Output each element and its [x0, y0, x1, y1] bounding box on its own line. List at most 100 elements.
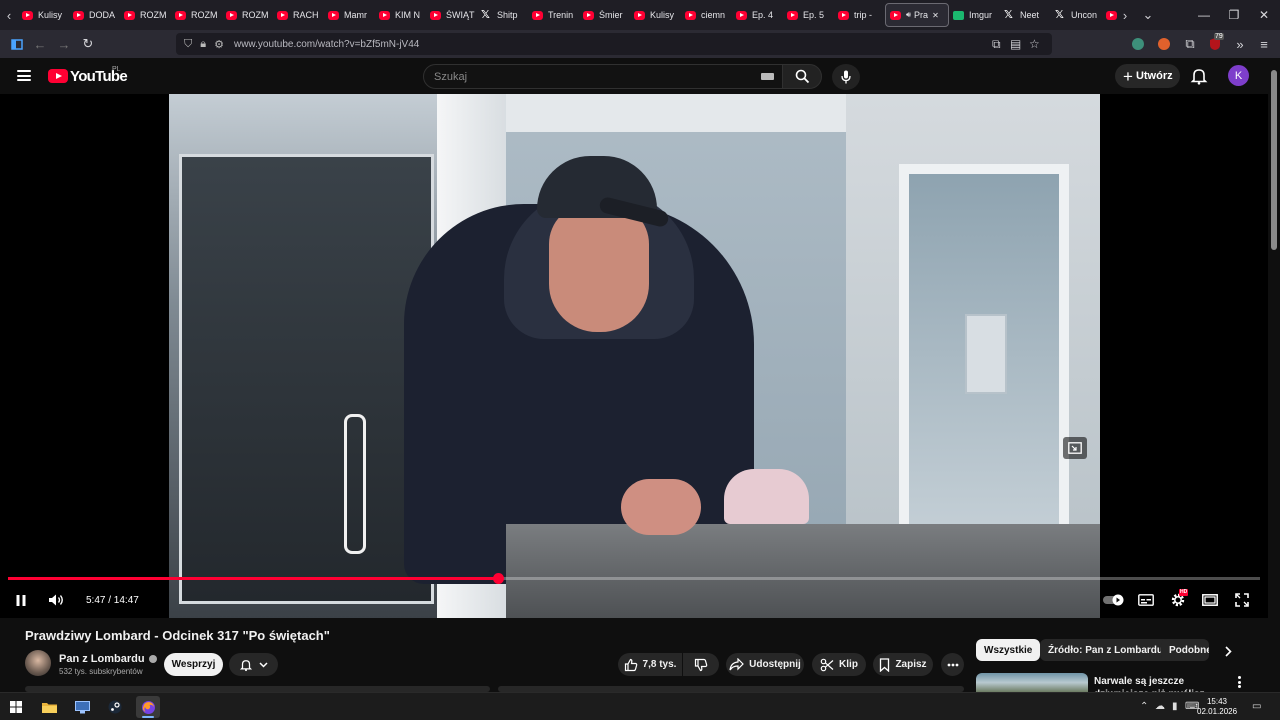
overflow-chevron-icon[interactable]: » [1228, 32, 1252, 56]
tab-scroll-right-icon[interactable]: › [1116, 0, 1134, 30]
pause-button[interactable] [12, 590, 30, 610]
page-scrollbar[interactable] [1268, 58, 1280, 692]
browser-tab[interactable]: trip - [834, 3, 885, 27]
browser-tab[interactable]: Imgur [949, 3, 1000, 27]
browser-tab[interactable]: ROZM [120, 3, 171, 27]
address-bar[interactable]: ⛉ 🔒︎ ⚙︎ www.youtube.com/watch?v=bZf5mN-j… [176, 33, 1052, 55]
browser-tab[interactable]: Kulisy [630, 3, 681, 27]
fullscreen-button[interactable] [1233, 590, 1251, 610]
start-button[interactable] [4, 696, 28, 718]
video-player[interactable]: 5:47 / 14:47 HD [0, 94, 1268, 618]
url-text[interactable]: www.youtube.com/watch?v=bZf5mN-jV44 [234, 39, 419, 50]
tray-app-icon[interactable]: ▮ [1172, 701, 1178, 712]
autoplay-toggle[interactable] [1102, 590, 1126, 610]
audio-playing-icon[interactable]: 🔊︎ [906, 10, 911, 20]
browser-tab[interactable]: DODA [69, 3, 120, 27]
mute-button[interactable] [46, 590, 66, 610]
browser-tab[interactable]: KIM N [375, 3, 426, 27]
reload-icon[interactable]: ↻ [76, 32, 100, 56]
browser-tab[interactable]: Trenin [528, 3, 579, 27]
clip-button[interactable]: Klip [812, 653, 866, 676]
browser-tab[interactable]: Kulisy [18, 3, 69, 27]
reader-view-icon[interactable]: ▤ [1010, 37, 1021, 51]
extensions-puzzle-icon[interactable]: ⧉ [1178, 32, 1202, 56]
youtube-favicon-icon [838, 10, 849, 20]
chip-related[interactable]: Podobne [1161, 639, 1209, 661]
guide-menu-icon[interactable] [17, 70, 31, 81]
more-actions-button[interactable] [941, 653, 964, 676]
browser-tab[interactable]: 🔊︎ Pra ✕ [885, 3, 949, 27]
firefox-icon[interactable] [136, 696, 160, 718]
ublock-icon[interactable]: 79 [1208, 33, 1224, 51]
channel-name-row[interactable]: Pan z Lombardu [59, 653, 157, 665]
steam-icon[interactable] [103, 696, 127, 718]
miniplayer-button[interactable] [1063, 437, 1087, 459]
support-button[interactable]: Wesprzyj [164, 653, 223, 676]
extension-shield-icon[interactable] [1132, 38, 1144, 50]
browser-tab[interactable]: 𝕏 Uncon [1051, 3, 1102, 27]
picture-in-picture-icon[interactable]: ⧉ [992, 37, 1001, 52]
chip-channel[interactable]: Źródło: Pan z Lombardu [1040, 639, 1171, 661]
tray-cloud-icon[interactable]: ☁︎ [1155, 701, 1165, 712]
chips-next-button[interactable] [1219, 642, 1237, 660]
bookmark-star-icon[interactable]: ☆ [1029, 37, 1040, 51]
search-button[interactable] [782, 64, 822, 89]
back-icon[interactable]: ← [28, 32, 52, 56]
shield-icon[interactable]: ⛉ [184, 38, 192, 51]
scrollbar-thumb[interactable] [1271, 70, 1277, 250]
browser-tab[interactable]: ROZM [222, 3, 273, 27]
browser-tab[interactable]: ŚWIĄT [426, 3, 477, 27]
subscription-notifications-button[interactable] [229, 653, 278, 676]
save-button[interactable]: Zapisz [873, 653, 933, 676]
notifications-button[interactable] [1189, 66, 1209, 86]
restore-icon[interactable]: ❐ [1218, 0, 1250, 30]
share-button[interactable]: Udostępnij [726, 653, 804, 676]
dislike-button[interactable] [683, 653, 719, 676]
browser-tab[interactable]: ROZM [171, 3, 222, 27]
browser-tab[interactable]: RACH [273, 3, 324, 27]
sidebar-toggle-icon[interactable] [5, 32, 29, 56]
permissions-icon[interactable]: ⚙︎ [214, 38, 224, 51]
monitor-app-icon[interactable] [70, 696, 94, 718]
chip-all[interactable]: Wszystkie [976, 639, 1041, 661]
theater-mode-button[interactable] [1201, 590, 1219, 610]
file-explorer-icon[interactable] [37, 696, 61, 718]
notifications-center-icon[interactable]: ▭ [1252, 701, 1261, 712]
progress-bar[interactable] [8, 573, 1260, 584]
browser-tab[interactable]: Ep. 5 [783, 3, 834, 27]
browser-tab[interactable]: Mamr [324, 3, 375, 27]
channel-avatar[interactable] [25, 650, 51, 676]
browser-tab[interactable]: ciemn [681, 3, 732, 27]
video-frame[interactable] [169, 94, 1100, 618]
lock-icon[interactable]: 🔒︎ [200, 38, 206, 51]
tab-scroll-left-icon[interactable]: ‹ [0, 0, 18, 30]
browser-tab[interactable]: Śmier [579, 3, 630, 27]
subtitles-button[interactable] [1137, 590, 1155, 610]
create-button[interactable]: + Utwórz [1115, 64, 1180, 88]
browser-tab[interactable]: 𝕏 Shitp [477, 3, 528, 27]
browser-tab[interactable]: Ep. 4 [732, 3, 783, 27]
browser-tab[interactable]: 𝕏 Neet [1000, 3, 1051, 27]
forward-icon[interactable]: → [52, 32, 76, 56]
clock[interactable]: 15:43 02.01.2026 [1197, 697, 1237, 717]
close-tab-icon[interactable]: ✕ [932, 11, 939, 20]
extension-fox-icon[interactable] [1158, 38, 1170, 50]
youtube-logo-icon[interactable] [48, 69, 68, 83]
recommendation-thumbnail[interactable] [976, 673, 1088, 692]
account-avatar[interactable]: K [1228, 65, 1249, 86]
channel-name[interactable]: Pan z Lombardu [59, 653, 145, 665]
like-button[interactable]: 7,8 tys. [618, 653, 682, 676]
minimize-icon[interactable]: — [1188, 0, 1220, 30]
voice-search-button[interactable] [832, 64, 860, 90]
progress-scrubber[interactable] [492, 573, 504, 584]
share-label: Udostępnij [749, 659, 801, 670]
app-menu-icon[interactable]: ≡ [1252, 32, 1276, 56]
settings-button[interactable]: HD [1168, 589, 1189, 610]
recommendation-title[interactable]: Narwale są jeszcze dziwniejsze niż myśli… [1094, 675, 1224, 692]
close-window-icon[interactable]: ✕ [1248, 0, 1280, 30]
tray-overflow-chevron-icon[interactable]: ⌃ [1140, 701, 1148, 712]
keyboard-icon[interactable] [761, 73, 774, 80]
tab-list-dropdown-icon[interactable]: ⌄ [1138, 0, 1158, 30]
search-input[interactable] [424, 65, 724, 88]
recommendation-menu-icon[interactable] [1233, 674, 1245, 690]
